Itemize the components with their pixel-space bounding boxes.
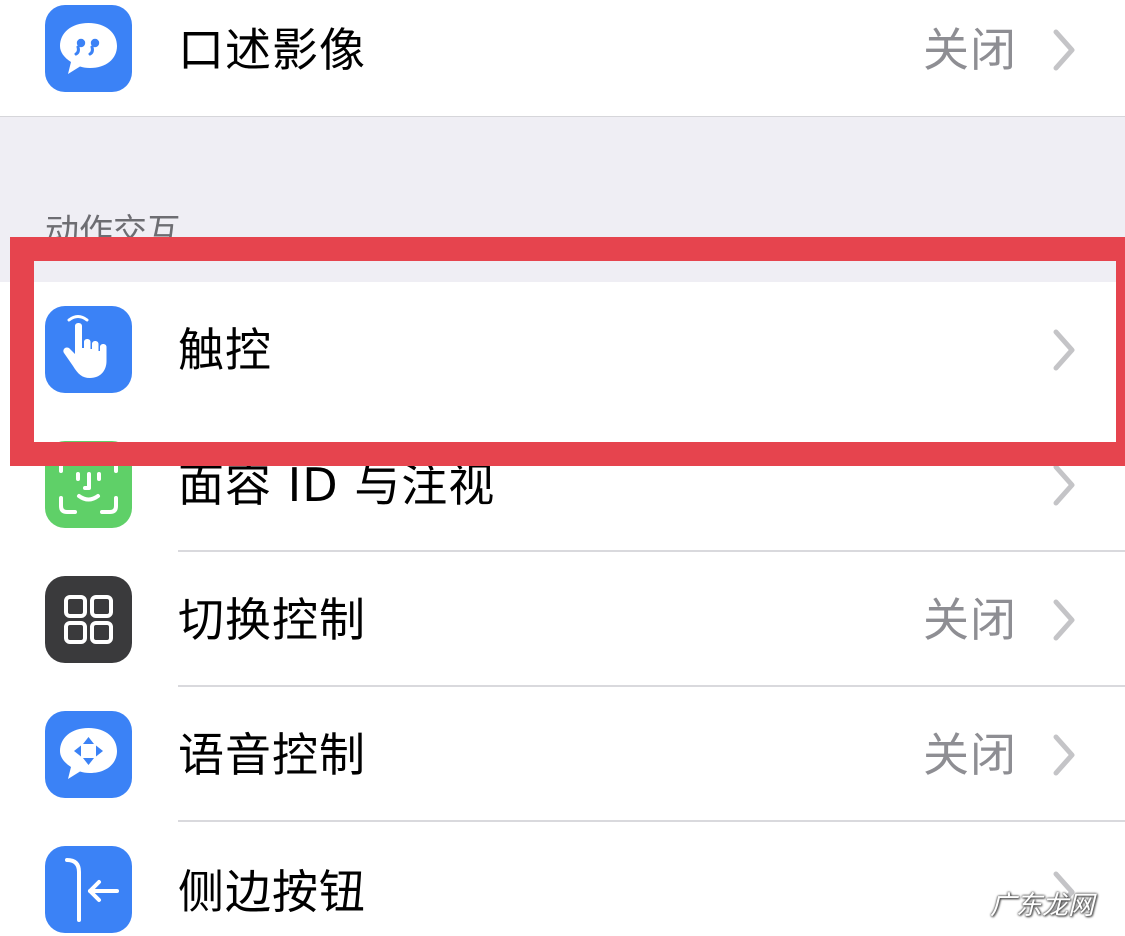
hand-pointer-icon: [45, 306, 132, 393]
chevron-right-icon: [1053, 29, 1075, 71]
chevron-right-icon: [1053, 464, 1075, 506]
settings-row-audio-description[interactable]: 口述影像 关闭: [0, 0, 1125, 117]
settings-row-label: 切换控制: [178, 593, 366, 647]
settings-row-side-button[interactable]: 侧边按钮: [0, 822, 1125, 936]
chevron-right-icon: [1053, 734, 1075, 776]
chevron-right-icon: [1053, 329, 1075, 371]
speech-bubble-arrows-icon: [45, 711, 132, 798]
side-button-icon: [45, 846, 132, 933]
settings-row-label: 口述影像: [178, 23, 366, 77]
settings-row-value: 关闭: [923, 728, 1017, 782]
settings-row-touch[interactable]: 触控: [0, 282, 1125, 417]
settings-row-value: 关闭: [923, 23, 1017, 77]
settings-row-value: 关闭: [923, 593, 1017, 647]
face-id-icon: [45, 441, 132, 528]
chevron-right-icon: [1053, 599, 1075, 641]
settings-row-label: 触控: [178, 323, 272, 377]
speech-bubble-quote-icon: [45, 5, 132, 92]
section-header: 动作交互: [45, 212, 181, 252]
settings-row-label: 语音控制: [178, 728, 366, 782]
section-gap: [0, 116, 1125, 283]
settings-row-label: 面容 ID 与注视: [178, 458, 496, 512]
settings-row-voice-control[interactable]: 语音控制 关闭: [0, 687, 1125, 822]
accessibility-settings-page: 口述影像 关闭 动作交互 触控 面容 ID 与注视 切换控制 关闭 语音控制 关…: [0, 0, 1125, 936]
settings-row-face-id[interactable]: 面容 ID 与注视: [0, 417, 1125, 552]
grid-four-icon: [45, 576, 132, 663]
settings-row-label: 侧边按钮: [178, 865, 366, 919]
watermark-text: 广东龙网: [990, 891, 1095, 921]
settings-row-switch-control[interactable]: 切换控制 关闭: [0, 552, 1125, 687]
